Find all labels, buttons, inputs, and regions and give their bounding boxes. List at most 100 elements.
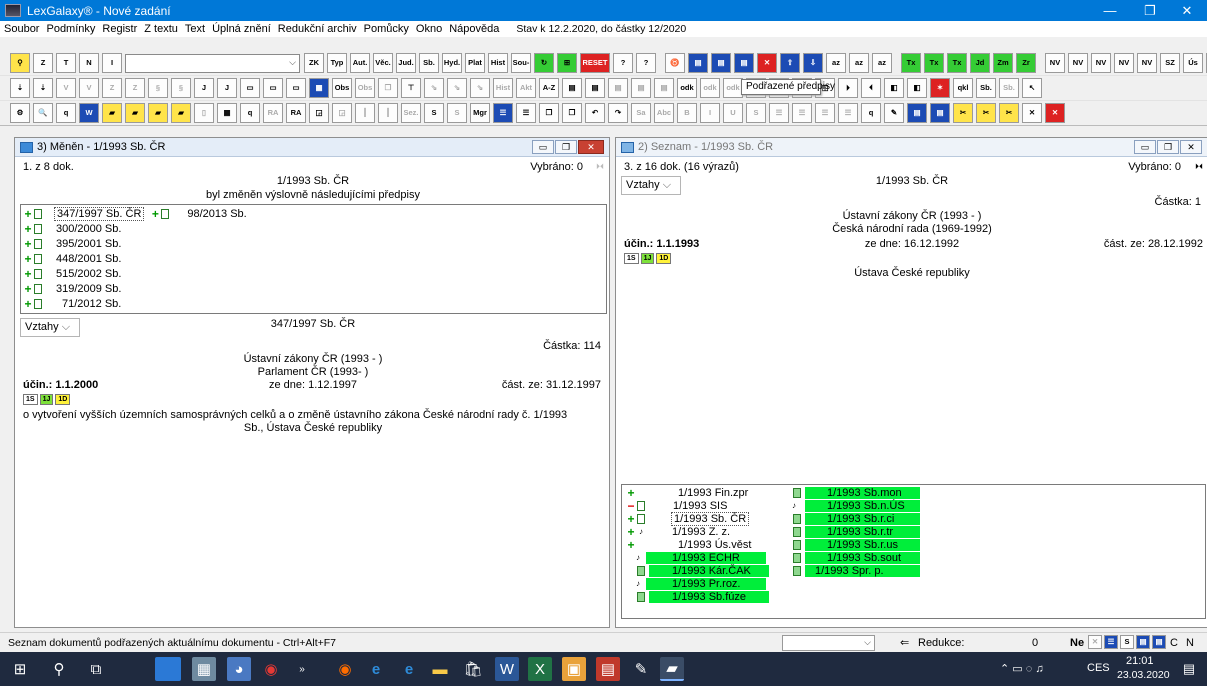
jud-icon[interactable]: Jd xyxy=(970,53,990,73)
tools-icon[interactable]: ✂ xyxy=(953,103,973,123)
list-item[interactable]: +1/1993 Ús.věst xyxy=(626,539,751,551)
list-item[interactable]: + 515/2002 Sb. xyxy=(23,266,121,281)
plus-icon[interactable]: + xyxy=(23,237,33,251)
more-icon[interactable]: » xyxy=(290,657,314,681)
menu-z-textu[interactable]: Z textu xyxy=(144,23,178,35)
list-item[interactable]: + 71/2012 Sb. xyxy=(23,296,121,311)
plus-icon[interactable]: + xyxy=(23,297,33,311)
tree2-icon[interactable]: ⊤ xyxy=(401,78,421,98)
panel-icon[interactable]: ◧ xyxy=(884,78,904,98)
doc2-icon[interactable]: ▤ xyxy=(585,78,605,98)
left-nav-icon[interactable]: ⏵⏴ xyxy=(596,162,604,172)
left-minimize-button[interactable]: ▭ xyxy=(532,140,554,154)
menu-soubor[interactable]: Soubor xyxy=(4,23,39,35)
folder4-icon[interactable]: ▰ xyxy=(171,103,191,123)
store-icon[interactable]: 🛍 xyxy=(461,657,485,681)
plus-icon[interactable]: + xyxy=(626,526,636,538)
txt-icon[interactable]: Tx xyxy=(901,53,921,73)
nav2-icon[interactable]: ⇘ xyxy=(447,78,467,98)
grid-icon[interactable]: ▦ xyxy=(309,78,329,98)
z-icon[interactable]: Z xyxy=(102,78,122,98)
nav-icon[interactable]: ⇘ xyxy=(424,78,444,98)
help-icon[interactable]: ? xyxy=(613,53,633,73)
align-left-icon[interactable]: ☰ xyxy=(769,103,789,123)
qkl3-icon[interactable]: q xyxy=(240,103,260,123)
relation-label[interactable]: 319/2009 Sb. xyxy=(56,283,121,295)
menu-text[interactable]: Text xyxy=(185,23,205,35)
window3-icon[interactable]: ▭ xyxy=(286,78,306,98)
bold-button[interactable]: B xyxy=(677,103,697,123)
tile-icon[interactable]: ◲ xyxy=(309,103,329,123)
menu-podminky[interactable]: Podmínky xyxy=(46,23,95,35)
close-button[interactable]: ✕ xyxy=(1167,0,1207,21)
ie-icon[interactable]: e xyxy=(364,657,388,681)
sort-icon[interactable]: S xyxy=(1120,635,1134,649)
folder3-icon[interactable]: ▰ xyxy=(148,103,168,123)
undo-icon[interactable]: ↶ xyxy=(585,103,605,123)
list-item[interactable]: 1/1993 Sb.r.ci xyxy=(792,513,920,525)
filter2-icon[interactable]: ✕ xyxy=(1088,635,1102,649)
format-icon[interactable]: Sa xyxy=(631,103,651,123)
par-icon[interactable]: § xyxy=(148,78,168,98)
tools3-icon[interactable]: ✂ xyxy=(999,103,1019,123)
next-icon[interactable]: ⏵ xyxy=(838,78,858,98)
hyd-button[interactable]: Hyd. xyxy=(442,53,462,73)
z-button[interactable]: Z xyxy=(33,53,53,73)
plus-icon[interactable]: + xyxy=(626,513,636,525)
underline-button[interactable]: U xyxy=(723,103,743,123)
list-item[interactable]: + ♪ 1/1993 Z. z. xyxy=(626,526,730,538)
relation-label[interactable]: 515/2002 Sb. xyxy=(56,268,121,280)
list-item-label[interactable]: 1/1993 Sb. ČR xyxy=(671,512,750,526)
sou-button[interactable]: Sou- xyxy=(511,53,531,73)
obs2-button[interactable]: Obs xyxy=(355,78,375,98)
tag-1j[interactable]: 1J xyxy=(39,394,54,405)
plus-icon[interactable]: + xyxy=(150,207,160,221)
plus-icon[interactable]: + xyxy=(23,267,33,281)
related3-icon[interactable]: ▤ xyxy=(734,53,754,73)
list-item[interactable]: + 319/2009 Sb. xyxy=(23,281,121,296)
doc-icon[interactable]: ▤ xyxy=(562,78,582,98)
folder-icon[interactable]: ▰ xyxy=(102,103,122,123)
doc5-icon[interactable]: ▤ xyxy=(654,78,674,98)
menu-napoveda[interactable]: Nápověda xyxy=(449,23,499,35)
app-icon-2[interactable]: ▦ xyxy=(192,657,216,681)
nove-icon[interactable]: NV xyxy=(1045,53,1065,73)
list-item[interactable]: 1/1993 Sb.sout xyxy=(792,552,920,564)
vec-button[interactable]: Věc. xyxy=(373,53,393,73)
list-item-label[interactable]: 1/1993 Fin.zpr xyxy=(678,487,748,499)
list-item[interactable]: + 448/2001 Sb. xyxy=(23,251,121,266)
tree-icon[interactable]: ⊞ xyxy=(557,53,577,73)
left-maximize-button[interactable]: ❐ xyxy=(555,140,577,154)
list-item-label[interactable]: 1/1993 Ús.věst xyxy=(678,539,751,551)
plus-icon[interactable]: + xyxy=(23,282,33,296)
list-item[interactable]: 1/1993 Kár.ČAK xyxy=(636,565,769,577)
image-app-icon[interactable]: ▣ xyxy=(562,657,586,681)
tray-icons[interactable]: ⌃ ▭ ◌ ♫ xyxy=(1000,662,1044,675)
window-icon[interactable]: ▭ xyxy=(240,78,260,98)
list-item[interactable]: ♪ 1/1993 ECHR xyxy=(636,552,766,564)
t-button[interactable]: T xyxy=(56,53,76,73)
status-combo[interactable] xyxy=(782,635,875,651)
x-icon[interactable]: ✕ xyxy=(1022,103,1042,123)
az2-icon[interactable]: az xyxy=(849,53,869,73)
reduction-back-icon[interactable]: ⇐ xyxy=(900,636,909,649)
hist2-button[interactable]: Hist xyxy=(493,78,513,98)
related-documents-list[interactable]: +1/1993 Fin.zpr − 1/1993 SIS +1/1993 Sb. … xyxy=(621,484,1206,619)
list-item[interactable]: + 395/2001 Sb. xyxy=(23,236,121,251)
help2-icon[interactable]: ? xyxy=(636,53,656,73)
list-item[interactable]: 1/1993 Sb.fúze xyxy=(636,591,769,603)
clock-date[interactable]: 23.03.2020 xyxy=(1117,669,1170,681)
list-icon[interactable]: ☰ xyxy=(493,103,513,123)
right-nav-icon[interactable]: ⏵⏴ xyxy=(1195,162,1203,172)
list-item[interactable]: 1/1993 Sb.mon xyxy=(792,487,920,499)
edit-icon[interactable]: ✎ xyxy=(884,103,904,123)
sb2-button[interactable]: Sb. xyxy=(976,78,996,98)
list-item-label[interactable]: 1/1993 Sb.n.ÚS xyxy=(805,500,920,512)
obs-button[interactable]: Obs xyxy=(332,78,352,98)
zm-icon[interactable]: Zm xyxy=(993,53,1013,73)
i-button[interactable]: I xyxy=(102,53,122,73)
sez3-icon[interactable]: S xyxy=(447,103,467,123)
subordinate-icon[interactable]: ⇩ xyxy=(803,53,823,73)
zru-icon[interactable]: Zr xyxy=(1016,53,1036,73)
n-label[interactable]: N xyxy=(1186,637,1194,649)
